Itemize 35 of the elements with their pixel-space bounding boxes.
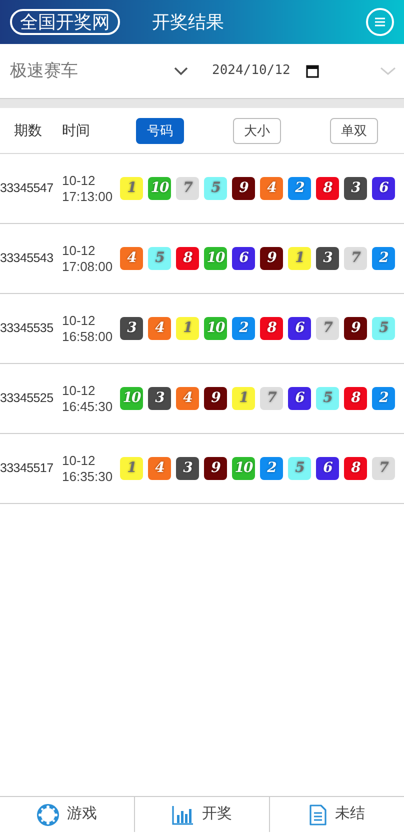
draw-date: 10-12 <box>62 452 96 468</box>
issue-number: 33345543 <box>0 250 54 268</box>
draw-time: 16:45:30 <box>62 398 114 414</box>
issue-number: 33345535 <box>0 320 54 338</box>
calendar-icon <box>306 64 320 78</box>
column-header: 时间 <box>62 121 90 140</box>
menu-icon <box>374 17 386 27</box>
column-header: 期数 <box>14 121 42 140</box>
issue-number: 33345517 <box>0 460 54 478</box>
draw-time: 16:58:00 <box>62 328 114 344</box>
bar-chart-icon <box>172 804 194 824</box>
view-tab[interactable]: 单双 <box>330 118 378 144</box>
view-tab[interactable]: 大小 <box>233 118 281 144</box>
page-title: 开奖结果 <box>152 10 224 34</box>
issue-number: 33345547 <box>0 180 54 198</box>
nav-tab[interactable]: 游戏 <box>0 797 134 832</box>
draw-date: 10-12 <box>62 312 96 328</box>
draw-time: 17:13:00 <box>62 188 114 204</box>
document-icon <box>309 804 327 826</box>
game-select[interactable]: 极速赛车 <box>0 44 200 98</box>
menu-button[interactable] <box>366 8 394 36</box>
chevron-down-icon <box>380 66 396 76</box>
date-field[interactable]: 2024/10/12 <box>200 44 404 98</box>
nav-tab[interactable]: 开奖 <box>134 797 269 832</box>
lifebuoy-icon <box>37 804 59 826</box>
draw-time: 16:35:30 <box>62 468 114 484</box>
view-tab[interactable]: 号码 <box>136 118 184 144</box>
issue-number: 33345525 <box>0 390 54 408</box>
site-logo[interactable]: 全国开奖网 <box>10 9 120 35</box>
draw-date: 10-12 <box>62 242 96 258</box>
chevron-down-icon <box>174 66 188 76</box>
draw-date: 10-12 <box>62 172 96 188</box>
nav-tab[interactable]: 未结 <box>269 797 404 832</box>
draw-time: 17:08:00 <box>62 258 114 274</box>
draw-date: 10-12 <box>62 382 96 398</box>
